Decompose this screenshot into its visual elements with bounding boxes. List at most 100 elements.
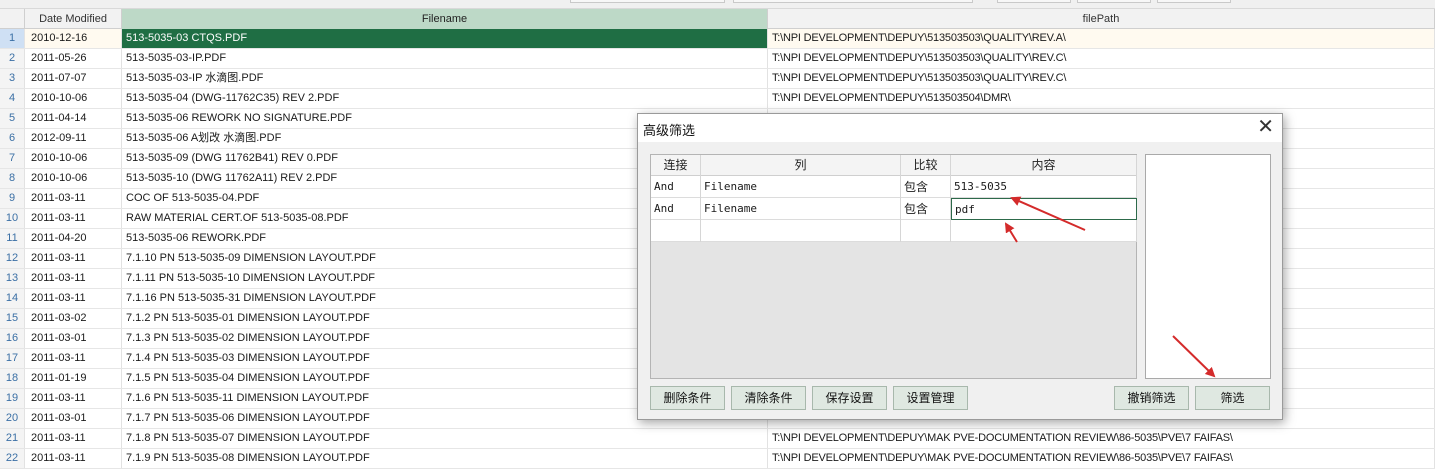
condition-connect[interactable]: And [651, 198, 701, 220]
row-number[interactable]: 8 [0, 169, 25, 188]
cell-date[interactable]: 2011-03-11 [25, 449, 122, 468]
row-number[interactable]: 20 [0, 409, 25, 428]
toolbar-button[interactable] [1157, 0, 1231, 3]
cell-filename[interactable]: 7.1.9 PN 513-5035-08 DIMENSION LAYOUT.PD… [122, 449, 768, 468]
toolbar-button[interactable] [997, 0, 1071, 3]
row-number[interactable]: 2 [0, 49, 25, 68]
cell-date[interactable]: 2011-03-11 [25, 189, 122, 208]
table-row[interactable]: 1 2010-12-16 513-5035-03 CTQS.PDF T:\NPI DE… [0, 29, 1435, 49]
filter-conditions-table: 连接 列 比较 内容 And Filename 包含 513-5035 And … [650, 154, 1137, 379]
toolbar-field[interactable] [570, 0, 725, 3]
row-number[interactable]: 17 [0, 349, 25, 368]
row-number[interactable]: 3 [0, 69, 25, 88]
condition-column[interactable] [701, 220, 901, 242]
delete-condition-button[interactable]: 删除条件 [650, 386, 725, 410]
cell-date[interactable]: 2011-07-07 [25, 69, 122, 88]
cell-date[interactable]: 2011-03-11 [25, 269, 122, 288]
cell-date[interactable]: 2011-04-20 [25, 229, 122, 248]
row-number[interactable]: 12 [0, 249, 25, 268]
cancel-filter-button[interactable]: 撤销筛选 [1114, 386, 1189, 410]
row-number[interactable]: 21 [0, 429, 25, 448]
cell-date[interactable]: 2010-10-06 [25, 89, 122, 108]
toolbar-field[interactable] [733, 0, 973, 3]
cell-date[interactable]: 2011-01-19 [25, 369, 122, 388]
row-number[interactable]: 22 [0, 449, 25, 468]
cell-date[interactable]: 2011-05-26 [25, 49, 122, 68]
condition-row-empty[interactable] [651, 220, 1137, 242]
cell-date[interactable]: 2011-03-11 [25, 389, 122, 408]
header-filename[interactable]: Filename [122, 9, 768, 29]
advanced-filter-dialog: 高级筛选 ✕ 连接 列 比较 内容 And Filename 包含 513-50… [637, 113, 1283, 420]
header-filepath[interactable]: filePath [768, 9, 1435, 29]
table-row[interactable]: 4 2010-10-06 513-5035-04 (DWG-11762C35) RE… [0, 89, 1435, 109]
row-number[interactable]: 5 [0, 109, 25, 128]
row-number[interactable]: 6 [0, 129, 25, 148]
condition-content-input[interactable]: pdf [951, 198, 1137, 220]
row-number[interactable]: 7 [0, 149, 25, 168]
condition-compare[interactable]: 包含 [901, 176, 951, 198]
row-number[interactable]: 9 [0, 189, 25, 208]
cell-filename[interactable]: 513-5035-03-IP 水滴图.PDF [122, 69, 768, 88]
cell-filepath[interactable]: T:\NPI DEVELOPMENT\DEPUY\513503504\DMR\ [768, 89, 1435, 108]
row-number[interactable]: 11 [0, 229, 25, 248]
cell-filename[interactable]: 513-5035-04 (DWG-11762C35) REV 2.PDF [122, 89, 768, 108]
table-row[interactable]: 2 2011-05-26 513-5035-03-IP.PDF T:\NPI DEVE… [0, 49, 1435, 69]
cell-date[interactable]: 2010-10-06 [25, 149, 122, 168]
cell-filepath[interactable]: T:\NPI DEVELOPMENT\DEPUY\513503503\QUALI… [768, 29, 1435, 48]
col-header-compare: 比较 [901, 155, 951, 176]
cell-date[interactable]: 2012-09-11 [25, 129, 122, 148]
cell-date[interactable]: 2011-03-01 [25, 329, 122, 348]
filter-button[interactable]: 筛选 [1195, 386, 1270, 410]
row-number[interactable]: 19 [0, 389, 25, 408]
condition-column[interactable]: Filename [701, 176, 901, 198]
condition-content[interactable]: 513-5035 [951, 176, 1137, 198]
condition-compare[interactable] [901, 220, 951, 242]
manage-settings-button[interactable]: 设置管理 [893, 386, 968, 410]
cell-filepath[interactable]: T:\NPI DEVELOPMENT\DEPUY\MAK PVE-DOCUMEN… [768, 449, 1435, 468]
header-date-modified[interactable]: Date Modified [25, 9, 122, 29]
settings-list-panel[interactable] [1145, 154, 1271, 379]
dialog-title: 高级筛选 [643, 123, 696, 138]
cell-filepath[interactable]: T:\NPI DEVELOPMENT\DEPUY\513503503\QUALI… [768, 49, 1435, 68]
clear-conditions-button[interactable]: 清除条件 [731, 386, 806, 410]
cell-date[interactable]: 2011-03-02 [25, 309, 122, 328]
row-number[interactable]: 16 [0, 329, 25, 348]
cell-filepath[interactable]: T:\NPI DEVELOPMENT\DEPUY\513503503\QUALI… [768, 69, 1435, 88]
cell-date[interactable]: 2011-03-11 [25, 209, 122, 228]
row-number[interactable]: 15 [0, 309, 25, 328]
toolbar-button[interactable] [1077, 0, 1151, 3]
cell-date[interactable]: 2011-03-01 [25, 409, 122, 428]
row-number[interactable]: 4 [0, 89, 25, 108]
col-header-connect: 连接 [651, 155, 701, 176]
condition-compare[interactable]: 包含 [901, 198, 951, 220]
cell-date[interactable]: 2011-03-11 [25, 249, 122, 268]
cell-filename[interactable]: 7.1.8 PN 513-5035-07 DIMENSION LAYOUT.PD… [122, 429, 768, 448]
cell-date[interactable]: 2011-04-14 [25, 109, 122, 128]
table-row[interactable]: 3 2011-07-07 513-5035-03-IP 水滴图.PDF T:\NPI … [0, 69, 1435, 89]
cell-date[interactable]: 2010-10-06 [25, 169, 122, 188]
cell-filename[interactable]: 513-5035-03 CTQS.PDF [122, 29, 768, 48]
condition-connect[interactable] [651, 220, 701, 242]
cell-filepath[interactable]: T:\NPI DEVELOPMENT\DEPUY\MAK PVE-DOCUMEN… [768, 429, 1435, 448]
table-row[interactable]: 21 2011-03-11 7.1.8 PN 513-5035-07 DIMENSI… [0, 429, 1435, 449]
close-icon[interactable]: ✕ [1257, 116, 1274, 138]
row-number[interactable]: 18 [0, 369, 25, 388]
condition-row[interactable]: And Filename 包含 513-5035 [651, 176, 1137, 198]
row-number[interactable]: 14 [0, 289, 25, 308]
condition-column[interactable]: Filename [701, 198, 901, 220]
condition-connect[interactable]: And [651, 176, 701, 198]
condition-row[interactable]: And Filename 包含 pdf [651, 198, 1137, 220]
row-number[interactable]: 10 [0, 209, 25, 228]
cell-date[interactable]: 2011-03-11 [25, 289, 122, 308]
row-number-header [0, 9, 25, 29]
cell-filename[interactable]: 513-5035-03-IP.PDF [122, 49, 768, 68]
cell-date[interactable]: 2011-03-11 [25, 349, 122, 368]
row-number[interactable]: 13 [0, 269, 25, 288]
save-settings-button[interactable]: 保存设置 [812, 386, 887, 410]
cell-date[interactable]: 2010-12-16 [25, 29, 122, 48]
condition-content[interactable] [951, 220, 1137, 242]
row-number[interactable]: 1 [0, 29, 25, 48]
table-row[interactable]: 22 2011-03-11 7.1.9 PN 513-5035-08 DIMENSI… [0, 449, 1435, 469]
cell-date[interactable]: 2011-03-11 [25, 429, 122, 448]
grid-header: Date Modified Filename filePath [0, 9, 1435, 29]
